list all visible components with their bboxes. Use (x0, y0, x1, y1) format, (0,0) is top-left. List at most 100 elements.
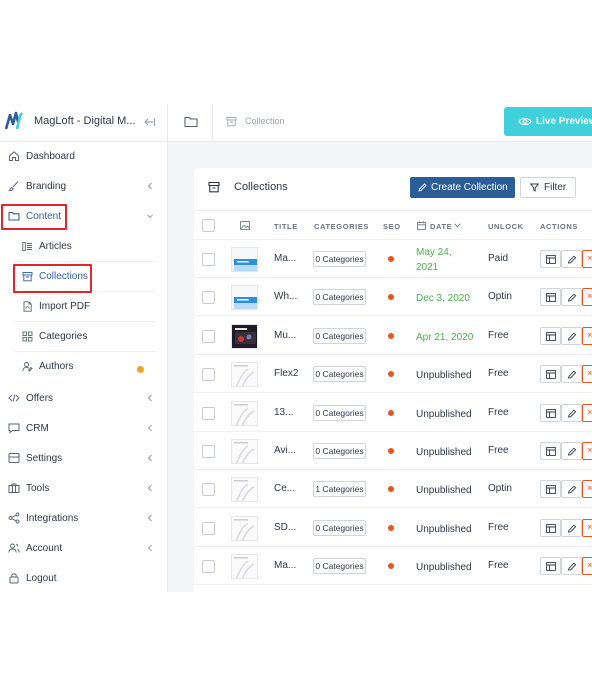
edit-button[interactable] (561, 326, 582, 345)
row-title[interactable]: Mu... (274, 330, 296, 341)
table-row[interactable]: Wh... 0 Categories Dec 3, 2020 Optin × (194, 278, 592, 317)
sidebar-item-offers[interactable]: Offers (0, 384, 168, 414)
folder-icon[interactable] (184, 116, 198, 128)
delete-button[interactable]: × (582, 518, 592, 537)
delete-button[interactable]: × (582, 403, 592, 422)
preview-layout-button[interactable] (540, 365, 561, 384)
table-row[interactable]: Flex2 0 Categories Unpublished Free × (194, 355, 592, 394)
row-checkbox[interactable] (202, 445, 215, 458)
collapse-sidebar-icon[interactable] (142, 115, 156, 129)
row-title[interactable]: 13... (274, 407, 293, 418)
categories-pill[interactable]: 1 Categories (313, 481, 366, 498)
cover-thumbnail[interactable] (231, 515, 258, 541)
categories-pill[interactable]: 0 Categories (313, 519, 366, 536)
column-categories[interactable]: CATEGORIES (314, 222, 369, 231)
edit-button[interactable] (561, 518, 582, 537)
row-checkbox[interactable] (202, 329, 215, 343)
preview-layout-button[interactable] (540, 518, 561, 537)
table-row[interactable]: Ce... 1 Categories Unpublished Optin × (194, 470, 592, 509)
categories-pill[interactable]: 0 Categories (313, 327, 366, 344)
sidebar-item-tools[interactable]: Tools (0, 474, 168, 504)
sidebar-subitem-authors[interactable]: Authors (14, 352, 156, 382)
chevron-left-icon (147, 484, 152, 492)
row-title[interactable]: SD... (274, 522, 296, 533)
sidebar-item-integrations[interactable]: Integrations (0, 504, 168, 534)
categories-pill[interactable]: 0 Categories (313, 404, 366, 421)
categories-pill[interactable]: 0 Categories (313, 443, 366, 459)
sidebar-item-logout[interactable]: Logout (0, 564, 168, 592)
edit-button[interactable] (561, 250, 582, 268)
edit-button[interactable] (561, 288, 582, 307)
categories-pill[interactable]: 0 Categories (313, 251, 366, 267)
cover-thumbnail[interactable] (231, 247, 258, 272)
table-row[interactable]: Ma... 0 Categories Unpublished Free × (194, 547, 592, 586)
row-title[interactable]: Avi... (274, 445, 296, 456)
delete-button[interactable]: × (582, 442, 592, 460)
edit-button[interactable] (561, 365, 582, 384)
column-title[interactable]: TITLE (274, 222, 298, 231)
delete-button[interactable]: × (582, 557, 592, 576)
row-title[interactable]: Ce... (274, 483, 295, 494)
row-checkbox[interactable] (202, 253, 215, 266)
cover-thumbnail[interactable] (231, 285, 258, 311)
cover-thumbnail[interactable] (231, 362, 258, 388)
edit-button[interactable] (561, 557, 582, 576)
cover-thumbnail[interactable] (231, 554, 258, 580)
edit-button[interactable] (561, 442, 582, 460)
column-date[interactable]: DATE (430, 222, 452, 231)
delete-button[interactable]: × (582, 326, 592, 345)
sidebar-item-dashboard[interactable]: Dashboard (0, 142, 168, 172)
cover-thumbnail[interactable] (231, 439, 258, 464)
table-row[interactable]: Avi... 0 Categories Unpublished Free × (194, 432, 592, 470)
sidebar-item-branding[interactable]: Branding (0, 172, 168, 202)
seo-status-dot (388, 256, 394, 262)
cover-thumbnail[interactable] (231, 400, 258, 426)
preview-layout-button[interactable] (540, 557, 561, 576)
row-title[interactable]: Wh... (274, 291, 297, 302)
create-collection-button[interactable]: Create Collection (410, 177, 515, 198)
row-title[interactable]: Flex2 (274, 368, 298, 379)
delete-button[interactable]: × (582, 480, 592, 499)
select-all-checkbox[interactable] (202, 219, 215, 232)
authors-icon (22, 362, 33, 372)
filter-button[interactable]: Filter (520, 177, 576, 198)
preview-layout-button[interactable] (540, 403, 561, 422)
sidebar-subitem-articles[interactable]: Articles (14, 232, 156, 262)
cover-thumbnail[interactable] (231, 323, 258, 349)
preview-layout-button[interactable] (540, 480, 561, 499)
table-row[interactable]: Ma... 0 Categories May 24, 2021 Paid × (194, 240, 592, 278)
sort-chevron-down-icon[interactable] (454, 223, 461, 228)
categories-pill[interactable]: 0 Categories (313, 558, 366, 575)
cover-thumbnail[interactable] (231, 477, 258, 503)
table-row[interactable]: Mu... 0 Categories Apr 21, 2020 Free × (194, 317, 592, 355)
row-checkbox[interactable] (202, 406, 215, 420)
column-unlock[interactable]: UNLOCK (488, 222, 524, 231)
categories-pill[interactable]: 0 Categories (313, 289, 366, 306)
edit-button[interactable] (561, 403, 582, 422)
table-row[interactable]: SD... 0 Categories Unpublished Free × (194, 509, 592, 547)
preview-layout-button[interactable] (540, 442, 561, 460)
row-checkbox[interactable] (202, 368, 215, 382)
row-checkbox[interactable] (202, 560, 215, 574)
row-title[interactable]: Ma... (274, 560, 296, 571)
sidebar-item-settings[interactable]: Settings (0, 444, 168, 474)
sidebar-subitem-categories[interactable]: Categories (14, 322, 156, 352)
sidebar-item-account[interactable]: Account (0, 534, 168, 564)
preview-layout-button[interactable] (540, 326, 561, 345)
preview-layout-button[interactable] (540, 250, 561, 268)
delete-button[interactable]: × (582, 288, 592, 307)
column-seo[interactable]: SEO (383, 222, 401, 231)
row-checkbox[interactable] (202, 521, 215, 535)
sidebar-item-crm[interactable]: CRM (0, 414, 168, 444)
delete-button[interactable]: × (582, 250, 592, 268)
edit-button[interactable] (561, 480, 582, 499)
preview-layout-button[interactable] (540, 288, 561, 307)
row-checkbox[interactable] (202, 483, 215, 497)
table-row[interactable]: 13... 0 Categories Unpublished Free × (194, 394, 592, 432)
row-checkbox[interactable] (202, 291, 215, 305)
row-title[interactable]: Ma... (274, 253, 296, 264)
sidebar-subitem-import-pdf[interactable]: Import PDF (14, 292, 156, 322)
live-preview-button[interactable]: Live Preview (504, 107, 592, 136)
delete-button[interactable]: × (582, 365, 592, 384)
categories-pill[interactable]: 0 Categories (313, 366, 366, 383)
